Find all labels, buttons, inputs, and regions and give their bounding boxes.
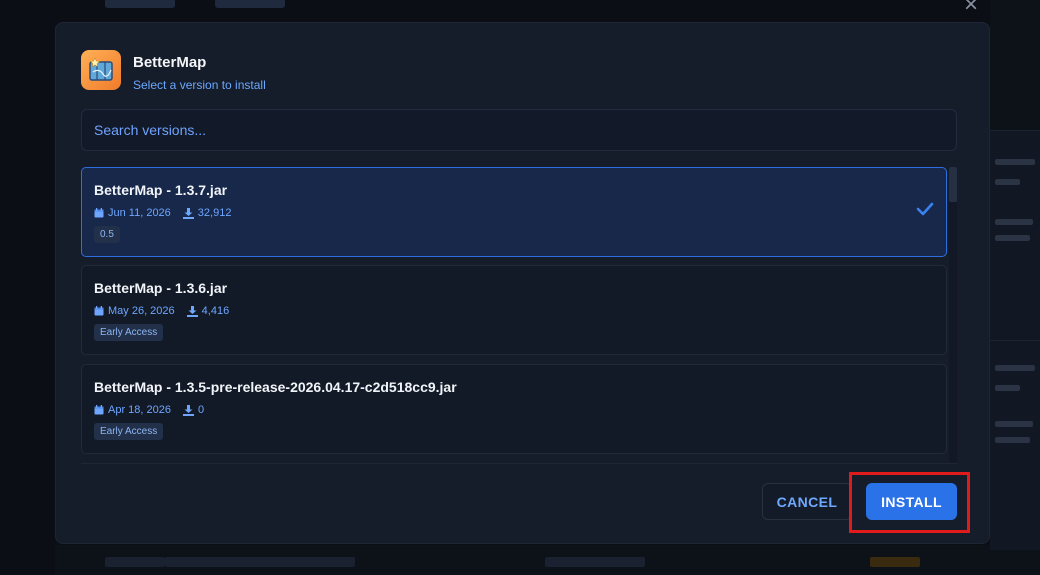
version-select-modal: BetterMap Select a version to install Be… xyxy=(55,22,990,544)
version-list-scrollbar[interactable] xyxy=(949,167,957,463)
search-input[interactable] xyxy=(81,109,957,151)
version-list: BetterMap - 1.3.7.jar Jun 11, 2026 32,91… xyxy=(81,167,947,463)
modal-subtitle: Select a version to install xyxy=(133,78,266,92)
version-tag: 0.5 xyxy=(94,226,120,243)
version-date: Apr 18, 2026 xyxy=(108,404,171,416)
version-name: BetterMap - 1.3.6.jar xyxy=(94,280,228,296)
version-name: BetterMap - 1.3.7.jar xyxy=(94,182,228,198)
version-tag: Early Access xyxy=(94,423,164,440)
version-tag: Early Access xyxy=(94,324,164,341)
version-item[interactable]: BetterMap - 1.3.7.jar Jun 11, 2026 32,91… xyxy=(81,167,947,257)
version-date: Jun 11, 2026 xyxy=(108,207,171,219)
modal-header: BetterMap Select a version to install xyxy=(81,50,481,96)
close-icon[interactable]: × xyxy=(960,0,982,17)
version-date: May 26, 2026 xyxy=(108,305,175,317)
download-icon xyxy=(186,305,198,317)
background-tabs xyxy=(95,0,355,12)
install-button[interactable]: INSTALL xyxy=(866,483,957,520)
modal-title: BetterMap xyxy=(133,54,207,71)
calendar-icon xyxy=(94,405,104,415)
map-icon xyxy=(81,50,121,90)
background-footer xyxy=(55,545,990,575)
scrollbar-thumb[interactable] xyxy=(949,167,957,202)
version-item[interactable]: BetterMap - 1.3.6.jar May 26, 2026 4,416… xyxy=(81,265,947,355)
download-icon xyxy=(183,404,194,416)
calendar-icon xyxy=(94,208,104,218)
version-downloads: 4,416 xyxy=(201,305,230,317)
version-meta: May 26, 2026 4,416 xyxy=(94,305,241,317)
download-icon xyxy=(182,207,194,219)
divider xyxy=(81,463,957,464)
version-item[interactable]: BetterMap - 1.3.5-pre-release-2026.04.17… xyxy=(81,364,947,454)
version-meta: Jun 11, 2026 32,912 xyxy=(94,207,243,219)
version-meta: Apr 18, 2026 0 xyxy=(94,404,216,416)
background-sidebar xyxy=(990,0,1040,575)
version-downloads: 32,912 xyxy=(197,207,232,219)
calendar-icon xyxy=(94,306,104,316)
version-name: BetterMap - 1.3.5-pre-release-2026.04.17… xyxy=(94,379,457,395)
cancel-button[interactable]: CANCEL xyxy=(762,483,852,520)
version-downloads: 0 xyxy=(198,404,205,416)
check-icon xyxy=(916,202,934,216)
